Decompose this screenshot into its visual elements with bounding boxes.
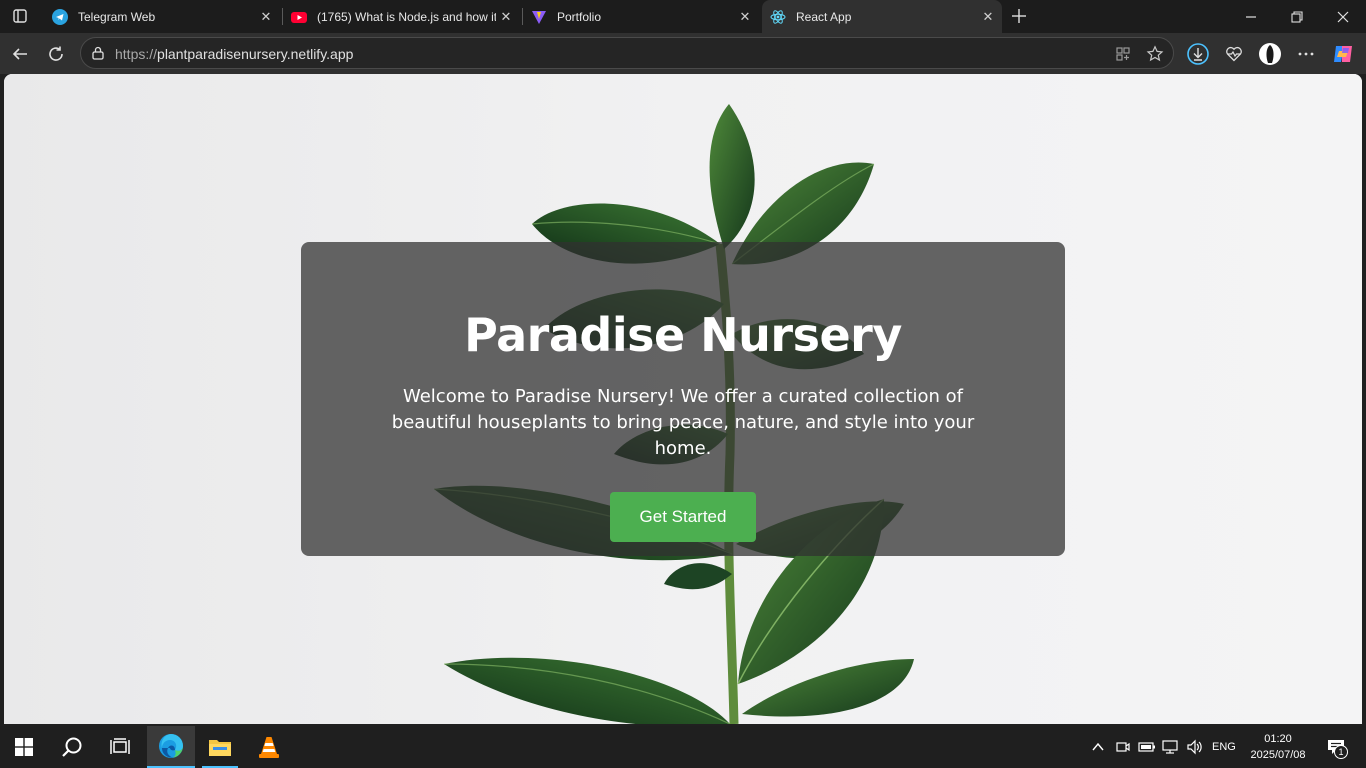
page-viewport: Paradise Nursery Welcome to Paradise Nur… [4, 74, 1362, 724]
tab-title: Telegram Web [78, 9, 156, 24]
url-host: plantparadisenursery.netlify.app [157, 46, 354, 62]
react-icon [770, 9, 786, 25]
profile-button[interactable] [1254, 38, 1286, 70]
input-language[interactable]: ENG [1212, 741, 1236, 753]
page-title: Paradise Nursery [464, 308, 902, 362]
taskbar-vlc[interactable] [245, 726, 293, 768]
show-hidden-icons-button[interactable] [1088, 737, 1108, 757]
taskbar-file-explorer[interactable] [196, 726, 244, 768]
get-started-button[interactable]: Get Started [610, 492, 756, 542]
taskbar-edge[interactable] [147, 726, 195, 768]
search-icon [62, 737, 82, 757]
address-bar[interactable]: https://plantparadisenursery.netlify.app [80, 37, 1174, 69]
copilot-icon [1334, 46, 1352, 62]
copilot-button[interactable] [1327, 38, 1359, 70]
task-view-button[interactable] [96, 726, 144, 768]
site-info-lock-icon[interactable] [90, 45, 106, 61]
tab-actions-icon [13, 9, 27, 23]
new-tab-button[interactable] [1006, 4, 1032, 28]
tab-youtube[interactable]: (1765) What is Node.js and how it ✕ [283, 0, 520, 33]
clock-time: 01:20 [1264, 733, 1292, 745]
back-button[interactable] [4, 38, 36, 70]
edge-icon [159, 734, 183, 758]
notification-count-badge: 1 [1334, 745, 1348, 759]
close-icon[interactable]: ✕ [256, 7, 276, 27]
close-icon[interactable]: ✕ [735, 7, 755, 27]
tab-actions-button[interactable] [6, 4, 34, 28]
youtube-icon [291, 9, 307, 25]
tab-title: Portfolio [557, 9, 602, 24]
network-icon[interactable] [1161, 737, 1181, 757]
action-center-button[interactable]: 1 [1322, 737, 1350, 759]
tab-telegram[interactable]: Telegram Web ✕ [44, 0, 280, 33]
vlc-icon [259, 737, 279, 758]
restore-icon [1291, 10, 1303, 23]
close-icon [1337, 11, 1349, 22]
tab-title: (1765) What is Node.js and how it [317, 9, 496, 24]
start-button[interactable] [0, 726, 48, 768]
app-available-icon[interactable] [1113, 44, 1133, 64]
browser-toolbar: https://plantparadisenursery.netlify.app [0, 33, 1366, 74]
refresh-button[interactable] [40, 38, 72, 70]
profile-avatar-icon [1259, 43, 1281, 65]
restore-button[interactable] [1274, 0, 1320, 33]
download-icon [1187, 43, 1209, 65]
settings-more-button[interactable] [1290, 38, 1322, 70]
telegram-icon [52, 8, 68, 25]
battery-icon[interactable] [1137, 737, 1157, 757]
welcome-description: Welcome to Paradise Nursery! We offer a … [391, 386, 975, 459]
close-icon[interactable]: ✕ [978, 7, 998, 27]
close-window-button[interactable] [1320, 0, 1366, 33]
file-explorer-icon [209, 740, 231, 756]
windows-taskbar: ENG 01:20 2025/07/08 1 [0, 726, 1366, 768]
start-icon [15, 738, 33, 756]
tab-title: React App [796, 9, 852, 24]
refresh-icon [49, 46, 63, 61]
meet-now-icon[interactable] [1113, 737, 1133, 757]
tab-portfolio[interactable]: Portfolio ✕ [523, 0, 759, 33]
heart-pulse-icon [1226, 46, 1242, 62]
back-arrow-icon [12, 48, 27, 60]
tab-react-app[interactable]: React App ✕ [762, 0, 1002, 33]
downloads-button[interactable] [1182, 38, 1214, 70]
browser-essentials-button[interactable] [1218, 38, 1250, 70]
clock-date: 2025/07/08 [1250, 749, 1306, 761]
minimize-icon [1246, 15, 1256, 18]
vite-icon [531, 9, 547, 25]
plus-icon [1012, 9, 1026, 23]
task-view-icon [110, 738, 130, 754]
clock[interactable]: 01:20 2025/07/08 [1244, 731, 1312, 763]
url-protocol: https:// [115, 46, 158, 62]
url-text[interactable]: https://plantparadisenursery.netlify.app [115, 46, 353, 62]
tab-strip: Telegram Web ✕ (1765) What is Node.js an… [0, 0, 1366, 33]
chevron-up-icon [1092, 742, 1104, 751]
minimize-button[interactable] [1228, 0, 1274, 33]
more-dots-icon [1298, 52, 1314, 56]
search-button[interactable] [48, 726, 96, 768]
close-icon[interactable]: ✕ [496, 7, 516, 27]
volume-icon[interactable] [1185, 737, 1205, 757]
hero-overlay-card: Paradise Nursery Welcome to Paradise Nur… [301, 242, 1065, 556]
favorite-star-icon[interactable] [1145, 44, 1165, 64]
